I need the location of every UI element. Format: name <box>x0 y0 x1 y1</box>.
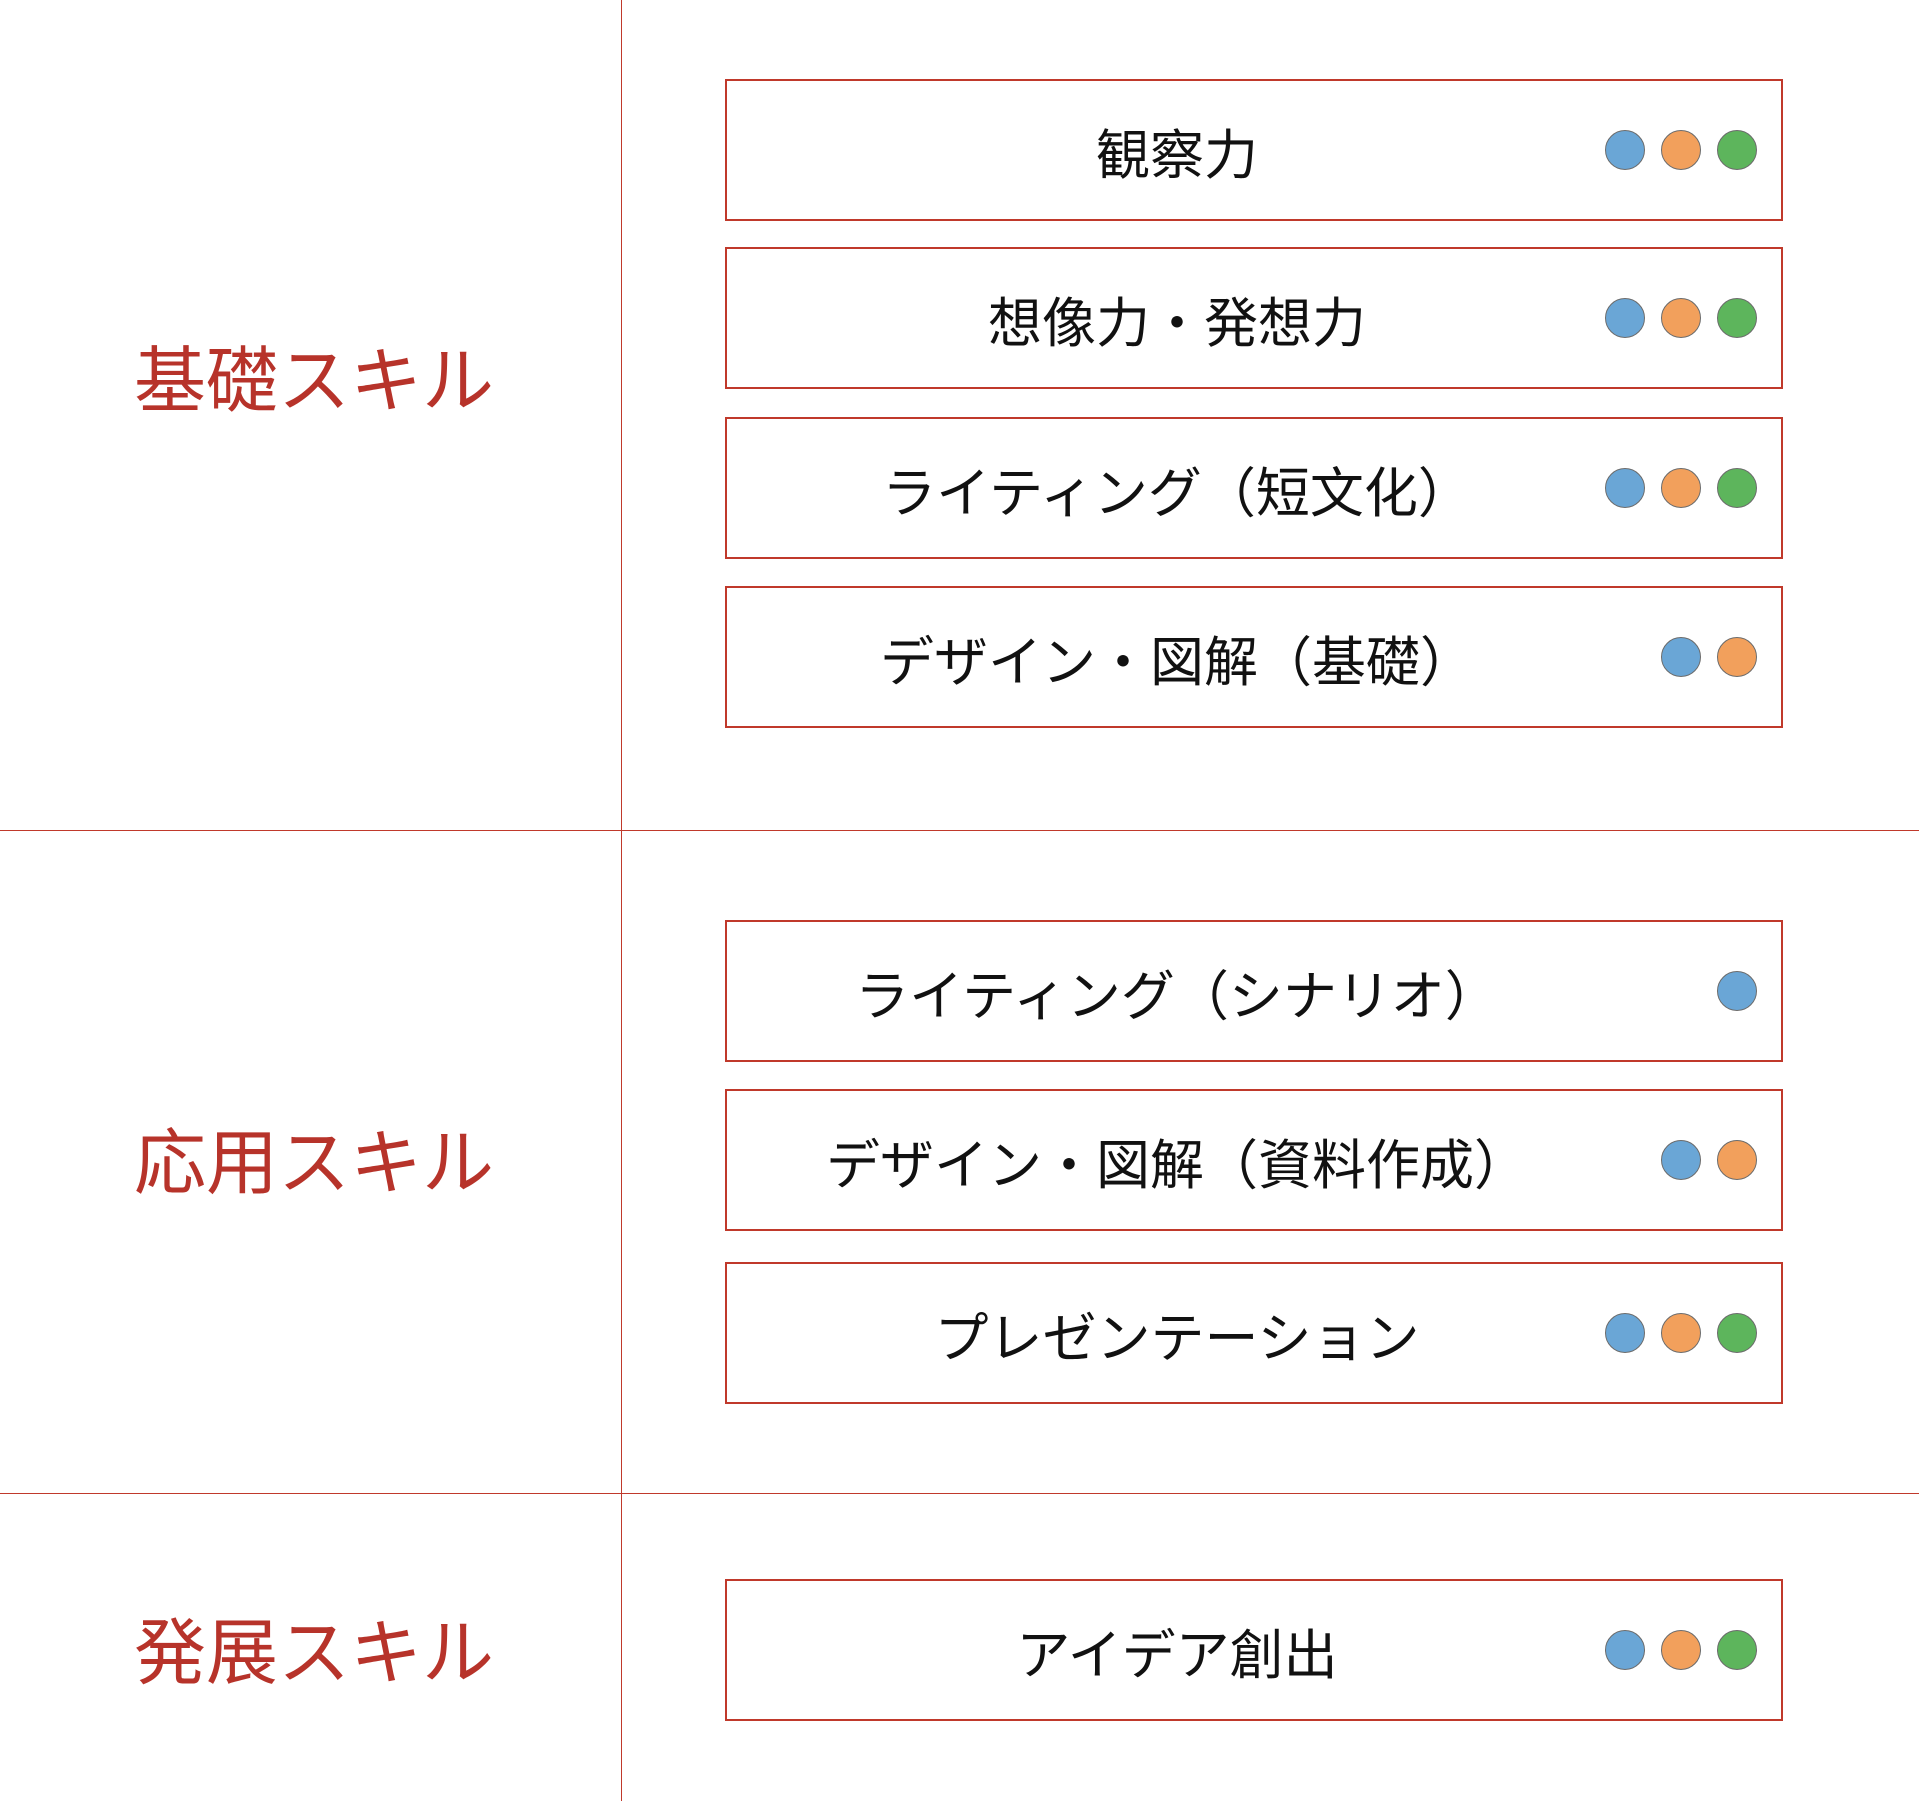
green-dot <box>1717 1313 1757 1353</box>
green-dot <box>1717 130 1757 170</box>
skill-box-idea-creation: アイデア創出 <box>725 1579 1783 1721</box>
skill-label: アイデア創出 <box>1016 1623 1338 1687</box>
skill-label: 想像力・発想力 <box>988 291 1366 355</box>
orange-dot <box>1661 1313 1701 1353</box>
blue-dot <box>1717 971 1757 1011</box>
skill-box-design-basic: デザイン・図解（基礎） <box>725 586 1783 728</box>
skill-label: デザイン・図解（基礎） <box>880 630 1474 694</box>
category-label-applied: 応用スキル <box>134 1121 495 1205</box>
orange-dot <box>1661 130 1701 170</box>
skill-label: ライティング（短文化） <box>882 461 1472 525</box>
skill-dots <box>1717 922 1757 1060</box>
skill-box-observation: 観察力 <box>725 79 1783 221</box>
blue-dot <box>1605 130 1645 170</box>
skill-label: ライティング（シナリオ） <box>855 964 1499 1028</box>
skill-box-presentation: プレゼンテーション <box>725 1262 1783 1404</box>
blue-dot <box>1605 1313 1645 1353</box>
skill-box-writing-short: ライティング（短文化） <box>725 417 1783 559</box>
blue-dot <box>1605 298 1645 338</box>
column-divider <box>621 0 622 1801</box>
green-dot <box>1717 1630 1757 1670</box>
category-label-basic: 基礎スキル <box>134 339 495 423</box>
blue-dot <box>1661 637 1701 677</box>
skill-label: デザイン・図解（資料作成） <box>826 1133 1528 1197</box>
skill-box-writing-scenario: ライティング（シナリオ） <box>725 920 1783 1062</box>
skill-label: 観察力 <box>1096 123 1258 187</box>
blue-dot <box>1605 1630 1645 1670</box>
orange-dot <box>1661 1630 1701 1670</box>
orange-dot <box>1661 468 1701 508</box>
skill-dots <box>1605 249 1757 387</box>
skill-dots <box>1605 1581 1757 1719</box>
skill-box-imagination: 想像力・発想力 <box>725 247 1783 389</box>
skill-dots <box>1605 419 1757 557</box>
row-divider-1 <box>0 830 1919 831</box>
skill-dots <box>1605 81 1757 219</box>
green-dot <box>1717 468 1757 508</box>
skill-label: プレゼンテーション <box>934 1306 1420 1370</box>
blue-dot <box>1605 468 1645 508</box>
blue-dot <box>1661 1140 1701 1180</box>
orange-dot <box>1717 637 1757 677</box>
skill-dots <box>1605 1264 1757 1402</box>
category-label-advanced: 発展スキル <box>134 1611 495 1695</box>
skill-dots <box>1661 588 1757 726</box>
green-dot <box>1717 298 1757 338</box>
skill-dots <box>1661 1091 1757 1229</box>
orange-dot <box>1661 298 1701 338</box>
row-divider-2 <box>0 1493 1919 1494</box>
orange-dot <box>1717 1140 1757 1180</box>
skill-box-design-documents: デザイン・図解（資料作成） <box>725 1089 1783 1231</box>
